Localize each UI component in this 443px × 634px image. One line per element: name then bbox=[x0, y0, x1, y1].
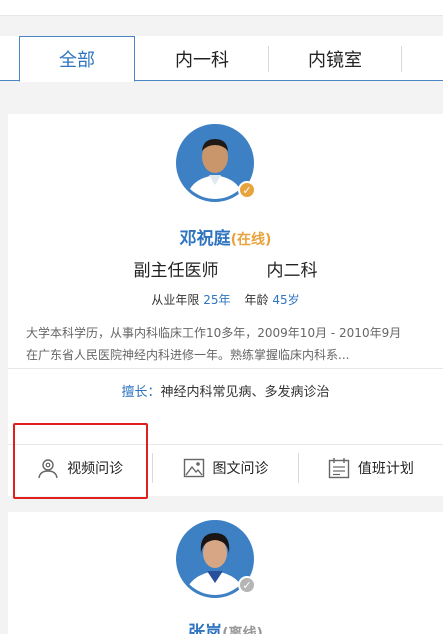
doctor-card[interactable]: ✓ 张岚(离线) bbox=[8, 512, 443, 634]
doctor-name: 张岚 bbox=[188, 623, 223, 634]
doctor-name-line[interactable]: 邓祝庭(在线) bbox=[8, 224, 443, 249]
tab-endoscopy[interactable]: 内镜室 bbox=[269, 36, 401, 81]
age-field: 年龄 45岁 bbox=[245, 291, 300, 308]
image-text-consult-button[interactable]: 图文问诊 bbox=[153, 446, 297, 490]
tab-endoscopy-label: 内镜室 bbox=[308, 49, 362, 71]
specialty-label: 擅长： bbox=[121, 385, 161, 400]
department-tabs: 全部 内一科 内镜室 bbox=[0, 36, 443, 82]
experience-label: 从业年限 bbox=[151, 293, 200, 307]
tab-separator bbox=[401, 46, 402, 72]
doctor-description: 大学本科学历，从事内科临床工作10多年，2009年10月 - 2010年9月在广… bbox=[26, 326, 402, 362]
check-badge-icon: ✓ bbox=[238, 576, 256, 594]
doctor-title-line: 副主任医师 内二科 bbox=[8, 256, 443, 281]
doctor-name: 邓祝庭 bbox=[179, 229, 231, 249]
duty-schedule-button[interactable]: 值班计划 bbox=[299, 446, 443, 490]
offline-status: (离线) bbox=[222, 626, 263, 634]
age-value: 45岁 bbox=[272, 293, 300, 307]
doctor-name-line[interactable]: 张岚(离线) bbox=[8, 618, 443, 634]
experience-field: 从业年限 25年 bbox=[151, 291, 230, 308]
tab-internal-1-label: 内一科 bbox=[175, 49, 229, 71]
doctor-specialty: 擅长：神经内科常见病、多发病诊治 bbox=[8, 381, 443, 400]
top-bar bbox=[0, 0, 443, 16]
calendar-icon bbox=[328, 457, 350, 479]
doctor-title: 副主任医师 bbox=[133, 261, 219, 281]
highlight-box bbox=[13, 423, 148, 499]
tab-all-label: 全部 bbox=[59, 50, 95, 71]
tab-internal-1[interactable]: 内一科 bbox=[136, 36, 268, 81]
image-icon bbox=[183, 457, 205, 479]
doctor-department: 内二科 bbox=[266, 261, 318, 281]
age-label: 年龄 bbox=[244, 293, 269, 307]
doctor-meta: 从业年限 25年 年龄 45岁 bbox=[8, 291, 443, 308]
divider bbox=[8, 368, 443, 369]
online-status: (在线) bbox=[230, 232, 272, 248]
duty-schedule-label: 值班计划 bbox=[357, 461, 414, 477]
specialty-text: 神经内科常见病、多发病诊治 bbox=[160, 385, 330, 400]
image-text-consult-label: 图文问诊 bbox=[212, 461, 269, 477]
check-badge-icon: ✓ bbox=[238, 181, 256, 199]
experience-value: 25年 bbox=[203, 293, 231, 307]
tab-all[interactable]: 全部 bbox=[19, 36, 135, 82]
